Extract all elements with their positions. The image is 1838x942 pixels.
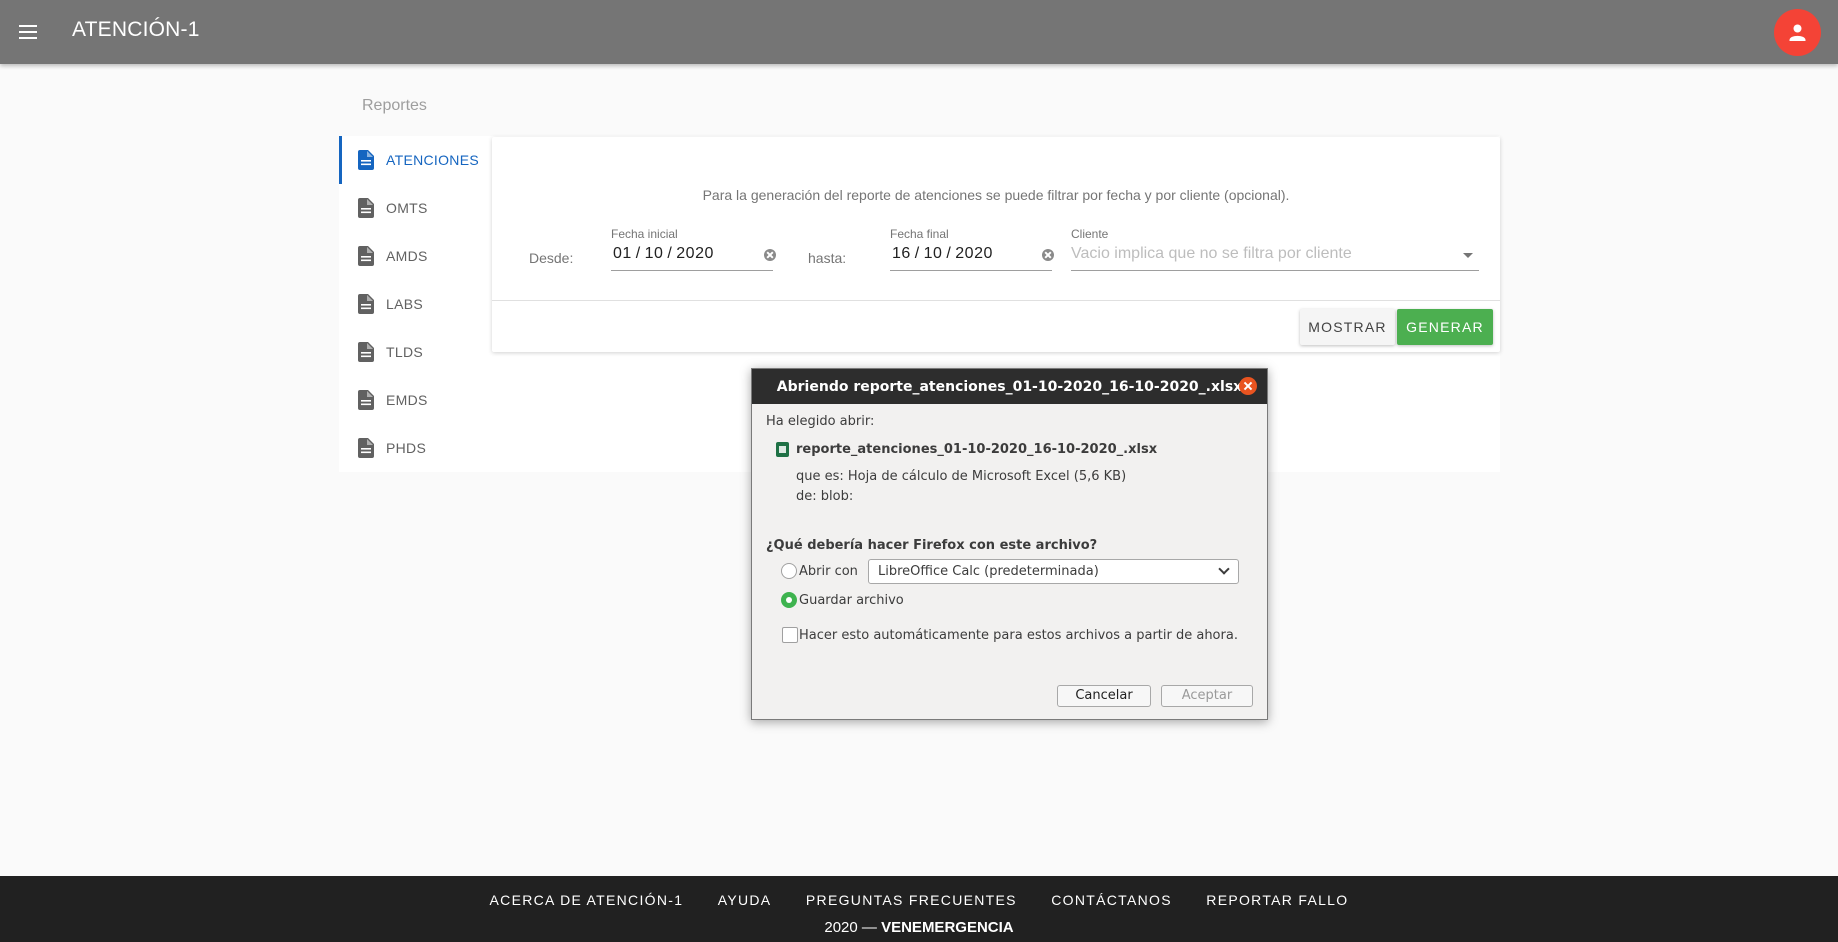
sidebar-item-label: OMTS — [386, 200, 428, 216]
footer-link-ayuda[interactable]: AYUDA — [718, 892, 772, 908]
menu-icon[interactable] — [14, 18, 42, 46]
cliente-select[interactable]: Cliente Vacio implica que no se filtra p… — [1071, 227, 1479, 271]
card-divider — [492, 300, 1500, 301]
report-description: Para la generación del reporte de atenci… — [702, 187, 1290, 203]
open-with-radio[interactable] — [781, 563, 797, 579]
sidebar-item-phds[interactable]: PHDS — [339, 424, 491, 472]
app-title: ATENCIÓN-1 — [72, 18, 200, 41]
clear-circle-icon[interactable] — [764, 249, 776, 261]
description-icon — [358, 150, 374, 170]
fecha-inicial-value[interactable]: 01 / 10 / 2020 — [613, 245, 714, 263]
description-icon — [358, 294, 374, 314]
reports-sidebar: ATENCIONES OMTS AMDS LABS TLDS EMDS PHDS — [339, 136, 491, 472]
footer-link-preguntas[interactable]: PREGUNTAS FRECUENTES — [806, 892, 1017, 908]
sidebar-item-label: LABS — [386, 296, 423, 312]
sidebar-item-label: PHDS — [386, 440, 427, 456]
sidebar-item-emds[interactable]: EMDS — [339, 376, 491, 424]
cliente-label: Cliente — [1071, 227, 1109, 241]
fecha-final-label: Fecha final — [890, 227, 949, 241]
account-avatar-button[interactable] — [1774, 9, 1821, 56]
sidebar-item-label: AMDS — [386, 248, 428, 264]
description-icon — [358, 438, 374, 458]
file-source: de: blob: — [796, 489, 854, 504]
file-type: que es: Hoja de cálculo de Microsoft Exc… — [796, 469, 1127, 484]
description-icon — [358, 390, 374, 410]
hasta-label: hasta: — [808, 250, 847, 266]
sidebar-item-atenciones[interactable]: ATENCIONES — [339, 136, 491, 184]
chevron-down-icon — [1218, 563, 1230, 575]
mostrar-button[interactable]: MOSTRAR — [1300, 309, 1395, 345]
save-file-label[interactable]: Guardar archivo — [799, 593, 904, 608]
generar-button[interactable]: GENERAR — [1397, 309, 1493, 345]
account-icon — [1789, 24, 1806, 41]
action-question: ¿Qué debería hacer Firefox con este arch… — [766, 538, 1098, 553]
fecha-final-field[interactable]: Fecha final 16 / 10 / 2020 — [890, 227, 1054, 271]
close-icon[interactable] — [1239, 377, 1257, 395]
desde-label: Desde: — [529, 250, 574, 266]
copyright-year: 2020 — — [824, 919, 877, 936]
auto-action-checkbox[interactable] — [782, 627, 798, 643]
sidebar-item-tlds[interactable]: TLDS — [339, 328, 491, 376]
arrow-drop-down-icon[interactable] — [1463, 253, 1473, 258]
accept-button[interactable]: Aceptar — [1161, 685, 1253, 707]
sidebar-item-omts[interactable]: OMTS — [339, 184, 491, 232]
auto-action-label[interactable]: Hacer esto automáticamente para estos ar… — [799, 628, 1238, 643]
download-dialog: Abriendo reporte_atenciones_01-10-2020_1… — [751, 368, 1268, 720]
clear-circle-icon[interactable] — [1042, 249, 1054, 261]
file-name: reporte_atenciones_01-10-2020_16-10-2020… — [796, 442, 1158, 457]
brand-name: VENEMERGENCIA — [881, 919, 1014, 936]
cancel-button[interactable]: Cancelar — [1057, 685, 1151, 707]
open-with-app-value: LibreOffice Calc (predeterminada) — [878, 564, 1099, 579]
fecha-inicial-field[interactable]: Fecha inicial 01 / 10 / 2020 — [611, 227, 776, 271]
cliente-placeholder: Vacio implica que no se filtra por clien… — [1071, 245, 1352, 262]
open-with-label[interactable]: Abrir con — [799, 564, 858, 579]
report-form-card: Para la generación del reporte de atenci… — [492, 137, 1500, 352]
fecha-inicial-label: Fecha inicial — [611, 227, 678, 241]
dialog-title: Abriendo reporte_atenciones_01-10-2020_1… — [776, 379, 1243, 395]
chosen-label: Ha elegido abrir: — [766, 414, 875, 429]
dialog-titlebar[interactable]: Abriendo reporte_atenciones_01-10-2020_1… — [752, 369, 1267, 404]
footer-links: ACERCA DE ATENCIÓN-1 AYUDA PREGUNTAS FRE… — [0, 892, 1838, 910]
app-bar: ATENCIÓN-1 — [0, 0, 1838, 64]
open-with-app-select[interactable]: LibreOffice Calc (predeterminada) — [868, 559, 1239, 584]
footer-copyright: 2020 — VENEMERGENCIA — [0, 919, 1838, 936]
fecha-final-value[interactable]: 16 / 10 / 2020 — [892, 245, 993, 263]
spreadsheet-file-icon — [776, 442, 789, 457]
section-title: Reportes — [362, 97, 427, 114]
description-icon — [358, 198, 374, 218]
footer-link-acerca[interactable]: ACERCA DE ATENCIÓN-1 — [490, 892, 684, 908]
description-icon — [358, 246, 374, 266]
sidebar-item-label: EMDS — [386, 392, 428, 408]
sidebar-item-amds[interactable]: AMDS — [339, 232, 491, 280]
footer-link-reportar[interactable]: REPORTAR FALLO — [1206, 892, 1348, 908]
save-file-radio[interactable] — [781, 592, 797, 608]
footer-link-contactanos[interactable]: CONTÁCTANOS — [1051, 892, 1172, 908]
footer: ACERCA DE ATENCIÓN-1 AYUDA PREGUNTAS FRE… — [0, 876, 1838, 942]
sidebar-item-label: TLDS — [386, 344, 423, 360]
sidebar-item-labs[interactable]: LABS — [339, 280, 491, 328]
description-icon — [358, 342, 374, 362]
sidebar-item-label: ATENCIONES — [386, 152, 479, 168]
